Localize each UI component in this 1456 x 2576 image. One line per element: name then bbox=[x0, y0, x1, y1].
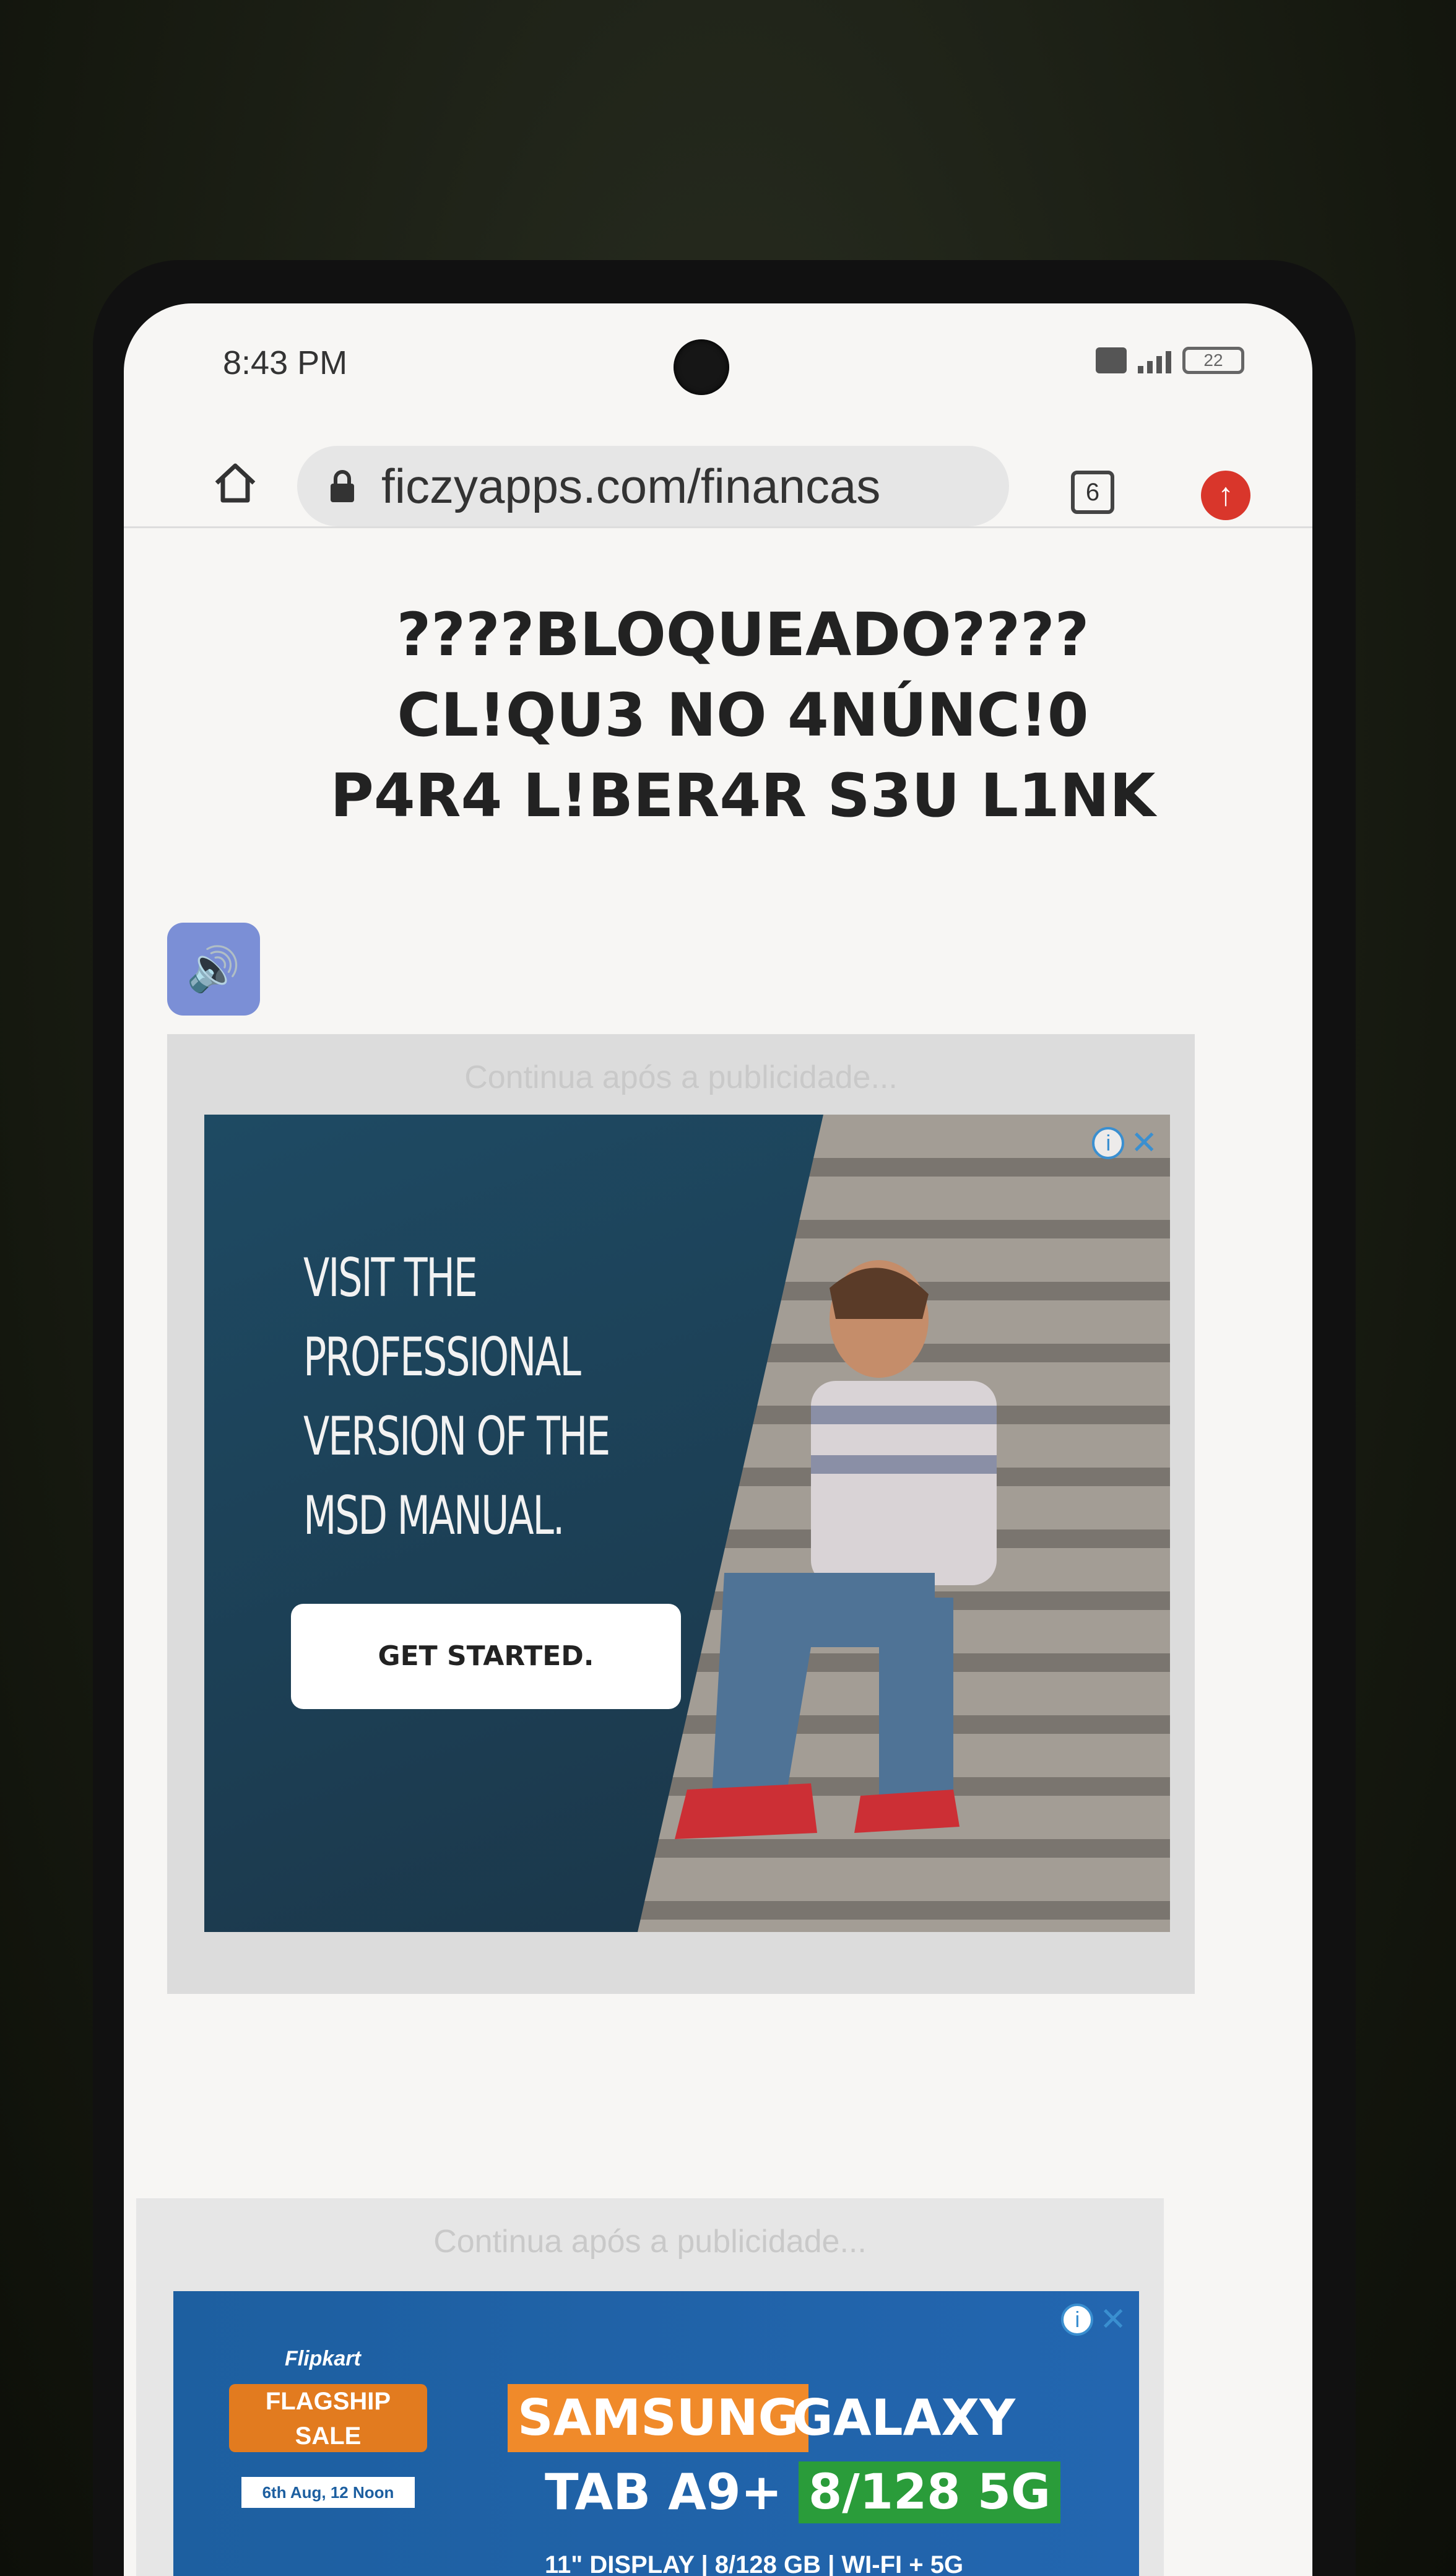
msd-manual-ad[interactable]: VISIT THE PROFESSIONAL VERSION OF THE MS… bbox=[204, 1115, 1170, 1932]
status-time: 8:43 PM bbox=[223, 344, 348, 381]
update-icon[interactable]: ↑ bbox=[1201, 471, 1250, 520]
samsung-label: SAMSUNG bbox=[508, 2384, 809, 2452]
ad-choices[interactable]: i ✕ bbox=[1092, 1127, 1158, 1159]
page-headline: ????BLOQUEADO???? CL!QU3 NO 4NÚNC!0 P4R4… bbox=[217, 594, 1269, 836]
flagship-sale-badge: FLAGSHIP SALE bbox=[229, 2384, 427, 2452]
ad-caption: Continua após a publicidade... bbox=[464, 1060, 898, 1095]
close-icon[interactable]: ✕ bbox=[1099, 2304, 1127, 2336]
photo-scene: 8:43 PM 22 ficzyapps.com/financas 6 ↑ ??… bbox=[0, 0, 1456, 2576]
samsung-flipkart-ad[interactable]: Flipkart FLAGSHIP SALE 6th Aug, 12 Noon … bbox=[173, 2291, 1139, 2576]
speaker-icon[interactable]: 🔊 bbox=[167, 923, 260, 1016]
headline-line-2: CL!QU3 NO 4NÚNC!0 bbox=[397, 681, 1089, 750]
ad-slot-2: Continua após a publicidade... Flipkart … bbox=[136, 2198, 1164, 2576]
headline-line-3: P4R4 L!BER4R S3U L1NK bbox=[330, 761, 1156, 830]
ad-choices[interactable]: i ✕ bbox=[1061, 2304, 1127, 2336]
url-text: ficzyapps.com/financas bbox=[381, 458, 881, 513]
ad-heading-line-3: VERSION OF THE bbox=[303, 1406, 610, 1468]
close-icon[interactable]: ✕ bbox=[1130, 1127, 1158, 1159]
ad-slot-1: Continua após a publicidade... VISIT THE… bbox=[167, 1034, 1195, 1994]
headline-line-1: ????BLOQUEADO???? bbox=[396, 600, 1090, 669]
lock-icon bbox=[331, 470, 354, 502]
ad-heading-line-4: MSD MANUAL. bbox=[303, 1485, 565, 1547]
front-camera bbox=[674, 339, 729, 395]
signal-icon bbox=[1138, 347, 1171, 373]
sale-date: 6th Aug, 12 Noon bbox=[241, 2477, 415, 2508]
home-icon[interactable] bbox=[210, 458, 260, 508]
browser-toolbar: ficzyapps.com/financas 6 ↑ bbox=[124, 421, 1312, 528]
flipkart-logo: Flipkart bbox=[285, 2347, 361, 2370]
ad-heading-line-1: VISIT THE bbox=[303, 1247, 478, 1309]
galaxy-label: GALAXY bbox=[792, 2389, 1016, 2447]
spec-line: 11" DISPLAY | 8/128 GB | WI-FI + 5G bbox=[545, 2551, 964, 2576]
sim-icon bbox=[1096, 347, 1127, 373]
battery-icon: 22 bbox=[1182, 347, 1244, 374]
status-bar: 8:43 PM 22 bbox=[124, 303, 1312, 402]
sale-label: SALE bbox=[295, 2422, 362, 2450]
tabs-button[interactable]: 6 bbox=[1071, 471, 1114, 514]
ad-heading-line-2: PROFESSIONAL bbox=[303, 1326, 581, 1388]
info-icon[interactable]: i bbox=[1061, 2304, 1094, 2336]
phone-screen: 8:43 PM 22 ficzyapps.com/financas 6 ↑ ??… bbox=[124, 303, 1312, 2576]
status-icons: 22 bbox=[1096, 347, 1244, 374]
get-started-button[interactable]: GET STARTED. bbox=[291, 1604, 681, 1709]
ad-heading: VISIT THE PROFESSIONAL VERSION OF THE MS… bbox=[303, 1238, 615, 1556]
flagship-label: FLAGSHIP bbox=[265, 2388, 391, 2415]
model-label: TAB A9+ bbox=[545, 2463, 782, 2521]
address-bar[interactable]: ficzyapps.com/financas bbox=[297, 446, 1009, 526]
ad-caption: Continua após a publicidade... bbox=[433, 2224, 867, 2260]
info-icon[interactable]: i bbox=[1092, 1127, 1125, 1159]
spec-badge: 8/128 5G bbox=[799, 2461, 1061, 2523]
